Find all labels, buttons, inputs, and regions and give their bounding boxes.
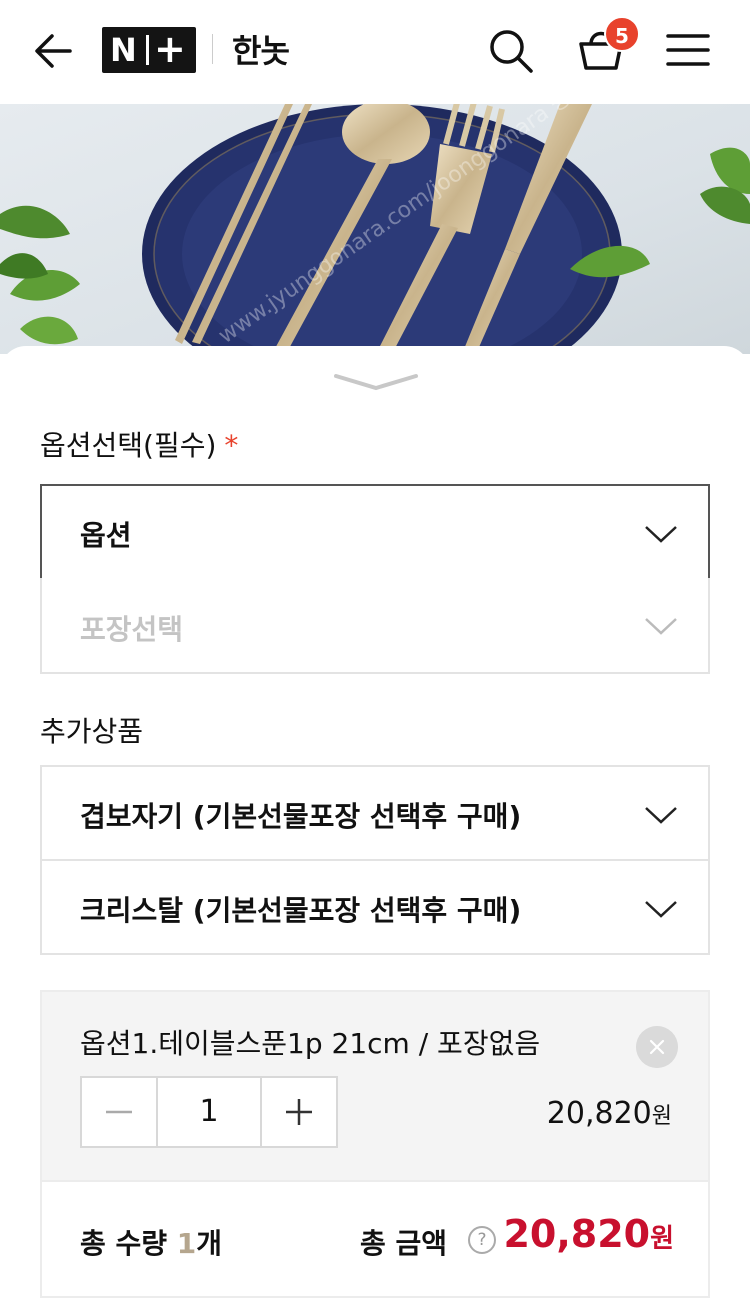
top-header: N + 한놋 5 <box>0 0 750 104</box>
option-label-text: 옵션선택(필수) <box>40 429 217 462</box>
total-amount-label: 총 금액 <box>360 1227 448 1260</box>
total-qty-unit: 개 <box>196 1227 223 1260</box>
option-dropdown[interactable]: 옵션 <box>40 484 710 580</box>
chevron-down-icon <box>645 807 677 824</box>
package-dropdown[interactable]: 포장선택 <box>40 578 710 674</box>
decrease-quantity-button[interactable] <box>82 1078 156 1146</box>
selected-item-name: 옵션1.테이블스푼1p 21cm / 포장없음 <box>80 1027 541 1060</box>
cart-count-badge: 5 <box>604 16 640 52</box>
addon-dropdown-label: 크리스탈 (기본선물포장 선택후 구매) <box>80 894 522 927</box>
store-brand[interactable]: 한놋 <box>232 26 290 72</box>
total-amount: 20,820원 <box>503 1212 674 1256</box>
collapse-handle-icon[interactable] <box>332 370 420 394</box>
quantity-stepper: 1 <box>80 1076 338 1148</box>
chevron-down-icon <box>645 901 677 918</box>
product-image: www.jyunggonara.com/joonggonara 중고나라 주주니 <box>0 104 750 354</box>
selected-item: 옵션1.테이블스푼1p 21cm / 포장없음 1 20,820원 <box>40 990 710 1182</box>
total-amount-unit: 원 <box>650 1224 674 1254</box>
addon-dropdown-wrapping-cloth[interactable]: 겹보자기 (기본선물포장 선택후 구매) <box>40 765 710 861</box>
total-quantity: 총 수량 1개 <box>80 1222 222 1262</box>
remove-item-icon[interactable] <box>636 1026 678 1068</box>
option-dropdown-label: 옵션 <box>80 519 132 552</box>
total-qty-prefix: 총 수량 <box>80 1227 177 1260</box>
cutlery-plate-illustration: www.jyunggonara.com/joonggonara 중고나라 주주니 <box>0 104 750 354</box>
price-unit: 원 <box>651 1104 672 1129</box>
selected-item-price: 20,820원 <box>547 1096 672 1131</box>
nplus-logo[interactable]: N + <box>102 27 196 73</box>
logo-n: N <box>110 31 137 69</box>
minus-icon <box>106 1110 132 1114</box>
addon-dropdown-label: 겹보자기 (기본선물포장 선택후 구매) <box>80 800 522 833</box>
quantity-value[interactable]: 1 <box>156 1078 262 1146</box>
back-arrow-icon[interactable] <box>30 28 76 74</box>
increase-quantity-button[interactable] <box>262 1078 336 1146</box>
option-required-label: 옵션선택(필수) * <box>40 424 238 464</box>
required-mark: * <box>224 429 239 462</box>
plus-icon <box>286 1099 312 1125</box>
price-value: 20,820 <box>546 1096 652 1131</box>
help-icon[interactable]: ? <box>468 1226 496 1254</box>
total-qty-number: 1 <box>176 1227 197 1260</box>
chevron-down-icon <box>645 618 677 635</box>
search-icon[interactable] <box>486 26 536 76</box>
chevron-down-icon <box>645 526 677 543</box>
header-divider <box>212 34 213 64</box>
hamburger-menu-icon[interactable] <box>664 28 712 72</box>
addon-label: 추가상품 <box>40 715 144 748</box>
total-summary: 총 수량 1개 총 금액 ? 20,820원 <box>40 1180 710 1298</box>
addon-dropdown-crystal[interactable]: 크리스탈 (기본선물포장 선택후 구매) <box>40 859 710 955</box>
logo-plus: + <box>154 27 186 71</box>
package-dropdown-label: 포장선택 <box>80 613 184 646</box>
total-amount-value: 20,820 <box>503 1212 651 1256</box>
logo-divider <box>146 35 149 65</box>
